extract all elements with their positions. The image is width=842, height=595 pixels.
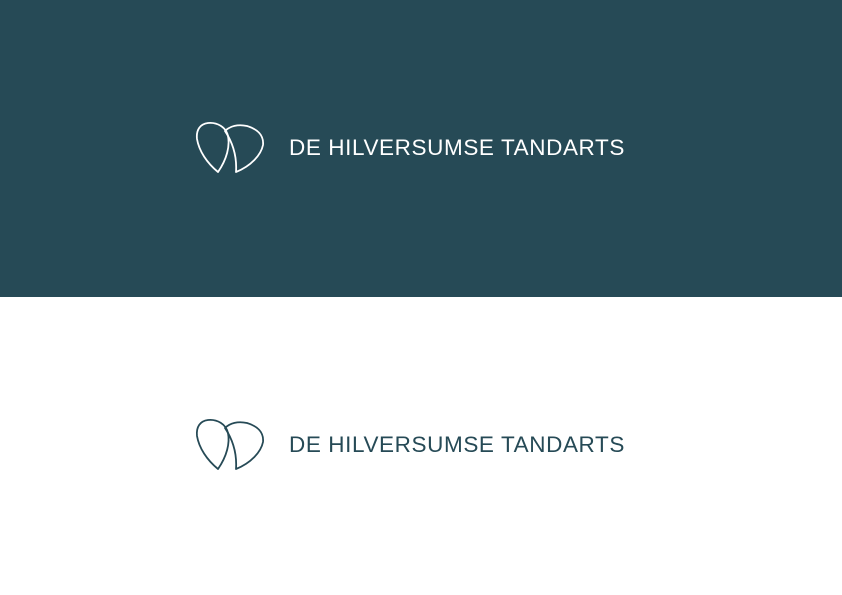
logo-lockup: DE HILVERSUMSE TANDARTS [195, 418, 625, 472]
wordmark: DE HILVERSUMSE TANDARTS [289, 431, 625, 457]
wordmark: DE HILVERSUMSE TANDARTS [289, 134, 625, 160]
logo-panel-light: DE HILVERSUMSE TANDARTS [0, 297, 842, 595]
tooth-outline-icon [195, 121, 265, 175]
tooth-outline-icon [195, 418, 265, 472]
logo-panel-dark: DE HILVERSUMSE TANDARTS [0, 0, 842, 297]
logo-lockup: DE HILVERSUMSE TANDARTS [195, 121, 625, 175]
